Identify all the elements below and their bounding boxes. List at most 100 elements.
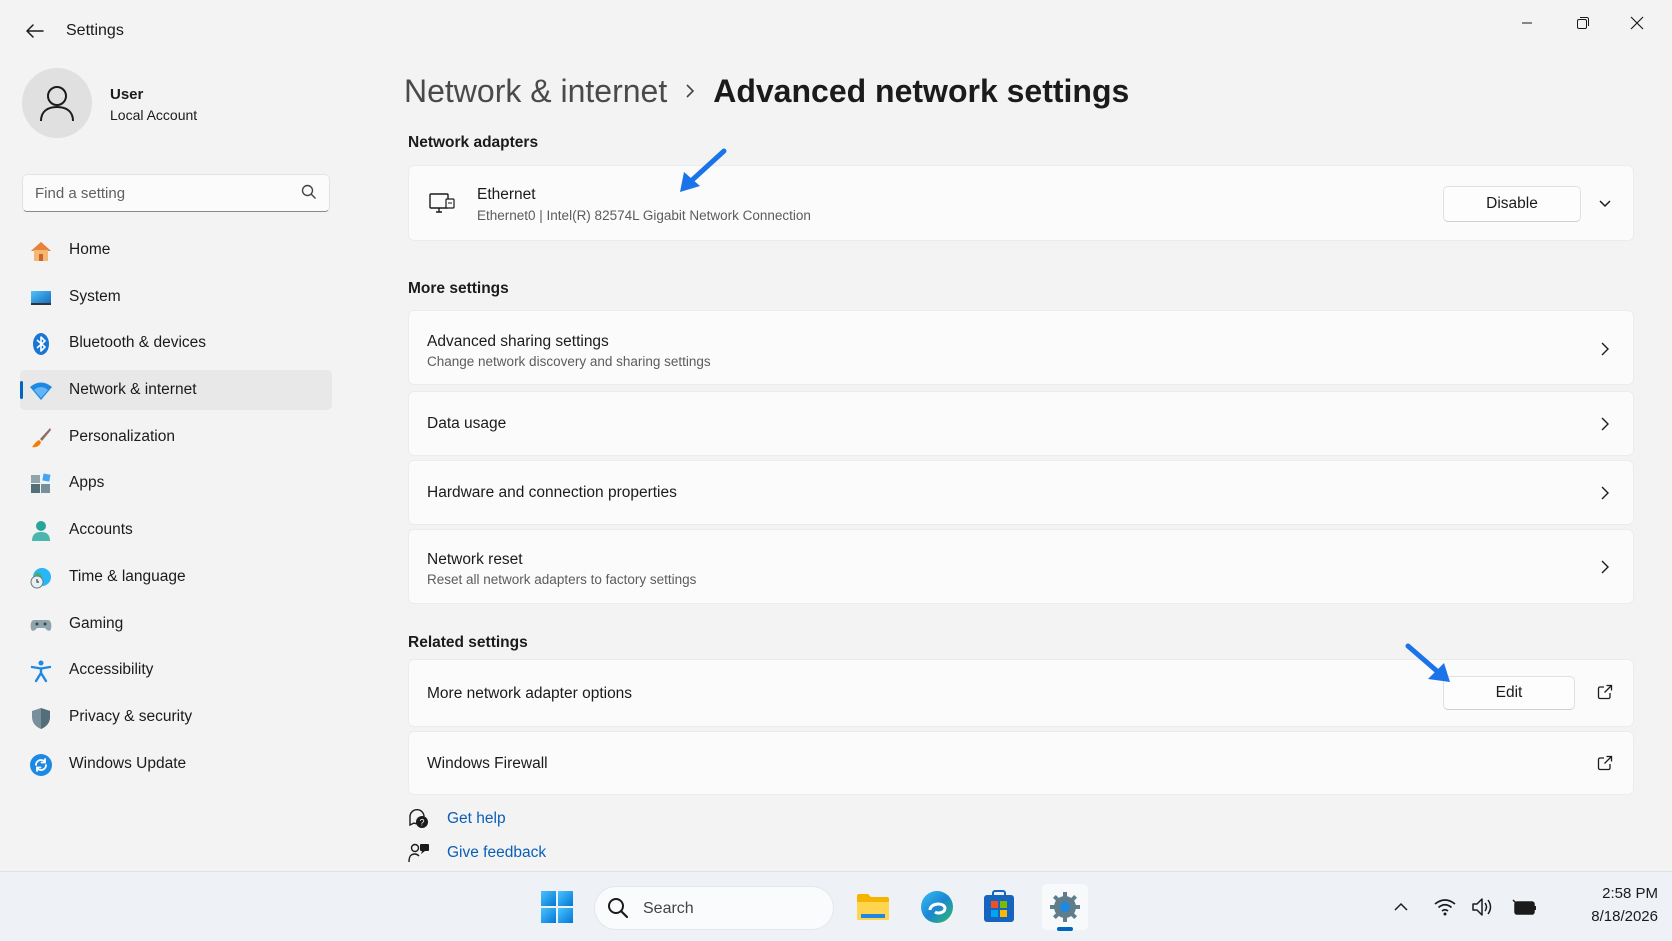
- taskbar-clock-date[interactable]: 8/18/2026: [1560, 908, 1658, 925]
- sidebar-item-accessibility[interactable]: Accessibility: [20, 650, 332, 690]
- sidebar-item-time-language[interactable]: Time & language: [20, 557, 332, 597]
- store-button[interactable]: [976, 884, 1022, 930]
- sidebar-item-bluetooth[interactable]: Bluetooth & devices: [20, 323, 332, 363]
- sidebar-item-gaming[interactable]: Gaming: [20, 604, 332, 644]
- close-button[interactable]: [1614, 8, 1660, 38]
- adapter-card-ethernet[interactable]: Ethernet Ethernet0 | Intel(R) 82574L Gig…: [408, 165, 1634, 241]
- chevron-right-icon: [1597, 341, 1613, 357]
- setting-title: Network reset: [427, 551, 523, 568]
- network-icon: [29, 379, 53, 403]
- accounts-icon: [29, 519, 53, 543]
- get-help-label[interactable]: Get help: [447, 810, 506, 828]
- sidebar-item-label: Time & language: [69, 567, 186, 585]
- help-chat-icon: ?: [408, 808, 430, 835]
- setting-title: Advanced sharing settings: [427, 333, 609, 350]
- edge-icon: [921, 891, 953, 923]
- battery-button[interactable]: [1512, 894, 1538, 920]
- file-explorer-icon: [857, 894, 889, 920]
- restore-button[interactable]: [1560, 8, 1606, 38]
- globe-clock-icon: [29, 566, 53, 590]
- sidebar-item-label: Accessibility: [69, 661, 154, 679]
- section-title-more-settings: More settings: [408, 280, 509, 297]
- open-external-icon: [1595, 753, 1615, 773]
- volume-button[interactable]: [1470, 894, 1496, 920]
- sidebar-item-label: Windows Update: [69, 754, 187, 772]
- accessibility-icon: [29, 659, 53, 683]
- close-icon: [1630, 16, 1644, 30]
- user-icon: [40, 86, 74, 122]
- sidebar-item-windows-update[interactable]: Windows Update: [20, 744, 332, 784]
- avatar[interactable]: [22, 68, 92, 138]
- sidebar-item-label: Network & internet: [69, 381, 197, 399]
- search-icon[interactable]: [301, 184, 317, 205]
- minimize-button[interactable]: [1504, 8, 1550, 38]
- section-title-network-adapters: Network adapters: [408, 134, 539, 151]
- sidebar-item-network[interactable]: Network & internet: [20, 370, 332, 411]
- sidebar-item-system[interactable]: System: [20, 277, 332, 317]
- feedback-icon: [408, 842, 430, 869]
- sidebar-item-home[interactable]: Home: [20, 230, 332, 270]
- restore-icon: [1577, 17, 1589, 29]
- settings-search-box[interactable]: [22, 174, 330, 212]
- chevron-right-icon: [1597, 416, 1613, 432]
- sidebar-item-label: Gaming: [69, 614, 124, 632]
- breadcrumb-parent[interactable]: Network & internet: [404, 73, 667, 110]
- sidebar-item-label: Bluetooth & devices: [69, 334, 207, 352]
- minimize-icon: [1522, 22, 1532, 24]
- search-input[interactable]: [35, 183, 285, 203]
- back-arrow-icon: [26, 24, 44, 38]
- bluetooth-icon: [29, 332, 53, 356]
- chevron-down-icon[interactable]: [1597, 196, 1613, 212]
- sidebar-item-accounts[interactable]: Accounts: [20, 510, 332, 550]
- shield-icon: [29, 706, 53, 730]
- sidebar-item-label: Apps: [69, 474, 105, 492]
- settings-window: Settings User Local Account Home: [0, 0, 1672, 871]
- sidebar-item-apps[interactable]: Apps: [20, 463, 332, 503]
- taskbar-clock-time[interactable]: 2:58 PM: [1568, 885, 1658, 902]
- sidebar-item-label: Home: [69, 241, 111, 258]
- update-icon: [29, 753, 53, 777]
- taskbar: Search: [0, 871, 1672, 941]
- windows-firewall-item[interactable]: Windows Firewall: [408, 731, 1634, 795]
- edge-button[interactable]: [914, 884, 960, 930]
- ethernet-icon: [429, 192, 455, 221]
- setting-title: Windows Firewall: [427, 755, 548, 772]
- page-title: Advanced network settings: [713, 72, 1130, 109]
- taskbar-search-label: Search: [643, 900, 694, 917]
- breadcrumb: Network & internet Advanced network sett…: [404, 68, 1129, 114]
- edit-button[interactable]: Edit: [1443, 676, 1575, 710]
- setting-title: Hardware and connection properties: [427, 484, 677, 501]
- network-reset-item[interactable]: Network reset Reset all network adapters…: [408, 529, 1634, 604]
- battery-icon: [1512, 899, 1536, 915]
- adapter-name: Ethernet: [477, 186, 536, 203]
- settings-taskbar-button[interactable]: [1042, 884, 1088, 931]
- brush-icon: [29, 426, 53, 450]
- sidebar-nav: Home System Bluetooth & devices Network …: [20, 230, 332, 790]
- sidebar-item-privacy[interactable]: Privacy & security: [20, 697, 332, 737]
- hardware-connection-properties-item[interactable]: Hardware and connection properties: [408, 460, 1634, 525]
- sidebar-item-label: System: [69, 287, 121, 305]
- gamepad-icon: [29, 613, 53, 637]
- start-button[interactable]: [534, 884, 580, 930]
- data-usage-item[interactable]: Data usage: [408, 391, 1634, 456]
- svg-text:?: ?: [419, 818, 424, 828]
- file-explorer-button[interactable]: [850, 884, 896, 930]
- advanced-sharing-settings-item[interactable]: Advanced sharing settings Change network…: [408, 310, 1634, 385]
- setting-subtitle: Reset all network adapters to factory se…: [427, 572, 697, 587]
- disable-button[interactable]: Disable: [1443, 186, 1581, 222]
- annotation-arrow-icon: [680, 148, 727, 192]
- taskbar-search[interactable]: Search: [594, 886, 834, 930]
- user-account-type: Local Account: [110, 107, 198, 123]
- wifi-icon: [1434, 899, 1456, 916]
- wifi-button[interactable]: [1432, 894, 1458, 920]
- back-button[interactable]: [18, 16, 52, 46]
- show-hidden-icons-button[interactable]: [1388, 894, 1414, 920]
- sidebar-item-label: Privacy & security: [69, 707, 193, 725]
- settings-icon: [1050, 892, 1080, 922]
- volume-icon: [1472, 898, 1492, 916]
- sidebar-item-label: Personalization: [69, 427, 175, 445]
- system-icon: [29, 286, 53, 310]
- give-feedback-label[interactable]: Give feedback: [447, 844, 546, 862]
- app-title: Settings: [66, 22, 124, 39]
- sidebar-item-personalization[interactable]: Personalization: [20, 417, 332, 457]
